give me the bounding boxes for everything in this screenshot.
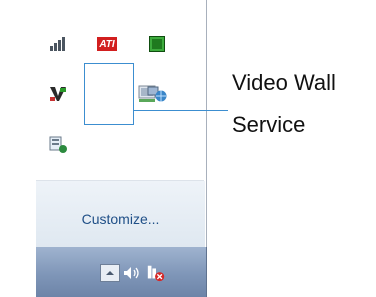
- customize-link[interactable]: Customize...: [36, 211, 205, 227]
- ati-logo-text: ATI: [97, 37, 117, 51]
- taskbar-tray: [36, 247, 207, 297]
- green-square-icon[interactable]: [143, 30, 171, 58]
- network-error-icon[interactable]: [146, 263, 166, 283]
- v-logo-icon[interactable]: [44, 80, 72, 108]
- network-globe-icon[interactable]: [143, 80, 171, 108]
- signal-icon[interactable]: [44, 30, 72, 58]
- notification-area-overflow-panel: ATI Customize...: [36, 0, 207, 247]
- volume-icon[interactable]: [122, 263, 142, 283]
- callout-label-line1: Video Wall: [232, 70, 336, 95]
- video-wall-service-highlight: [84, 63, 134, 125]
- show-hidden-icons-arrow-icon[interactable]: [100, 263, 120, 283]
- ati-icon[interactable]: ATI: [93, 30, 121, 58]
- gadget-icon[interactable]: [44, 130, 72, 158]
- callout-line: [134, 110, 228, 111]
- callout-label-line2: Service: [232, 112, 306, 137]
